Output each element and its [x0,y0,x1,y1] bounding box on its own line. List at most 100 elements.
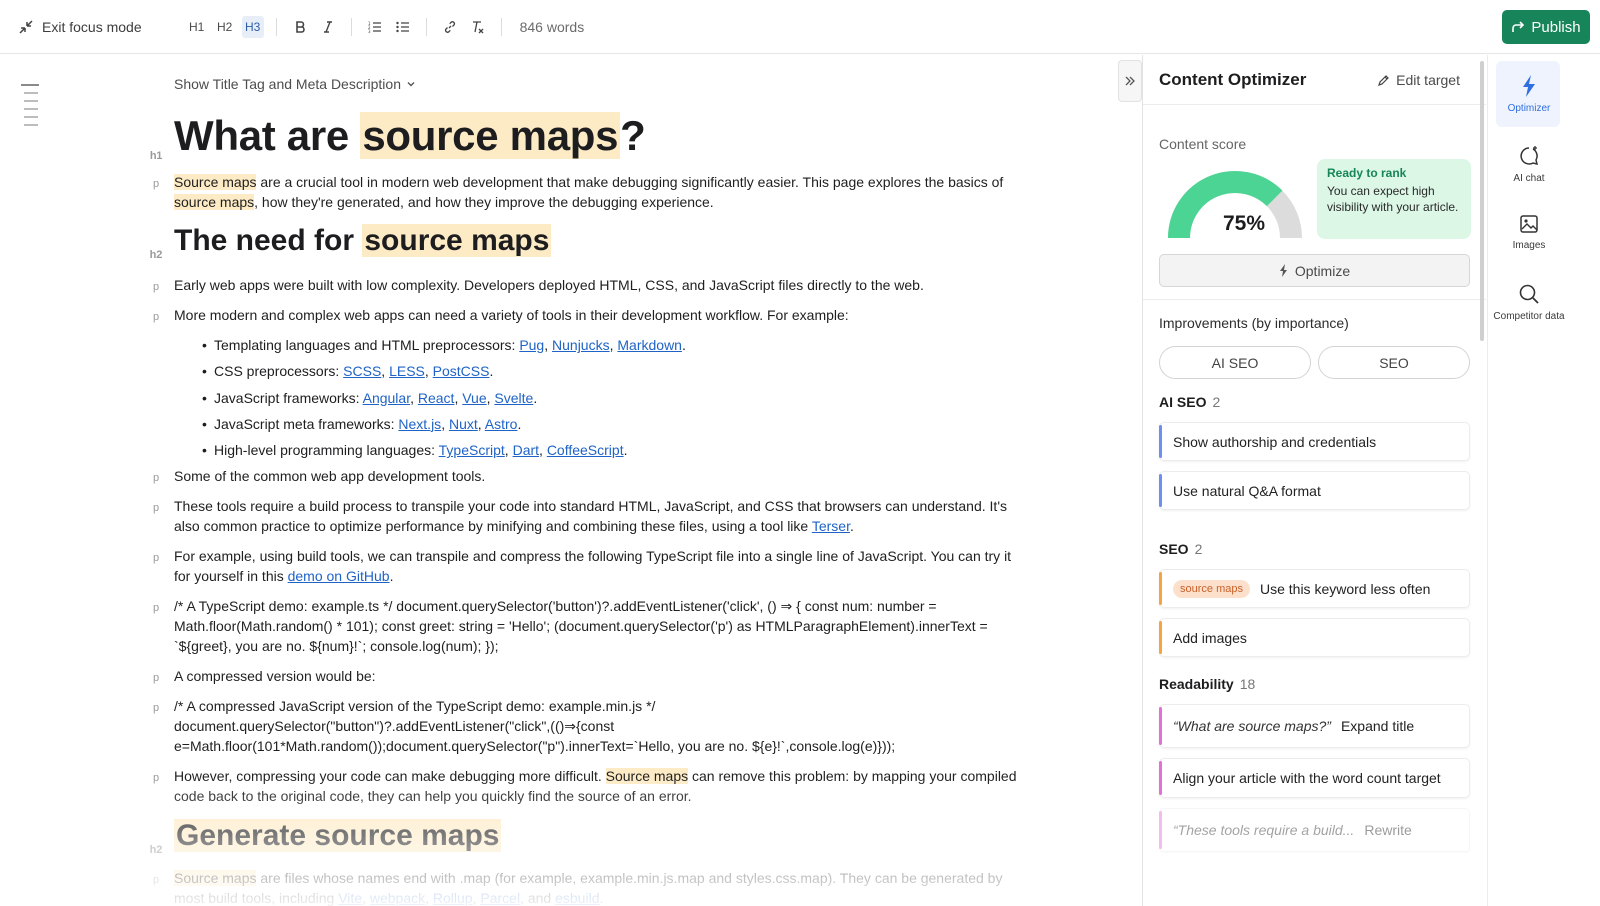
list-item[interactable]: Templating languages and HTML preprocess… [202,335,1020,355]
title-text: ? [620,112,646,159]
paragraph[interactable]: p Early web apps were built with low com… [0,275,1140,295]
link[interactable]: Angular [363,390,410,406]
toolbar-divider [350,17,352,36]
rail-images[interactable]: Images [1488,214,1570,251]
link[interactable]: Svelte [494,390,533,406]
block-type-tag: p [152,552,160,565]
paragraph[interactable]: p Source maps are files whose names end … [0,868,1140,906]
link-button[interactable] [439,16,461,38]
svg-text:3: 3 [368,29,371,33]
link[interactable]: Markdown [617,337,682,353]
link[interactable]: Dart [513,442,539,458]
document-editor[interactable]: Show Title Tag and Meta Description h1 W… [0,55,1140,906]
paragraph-text: are a crucial tool in modern web develop… [256,174,1004,190]
link[interactable]: Rollup [433,890,473,906]
show-title-label: Show Title Tag and Meta Description [174,76,401,92]
rank-title: Ready to rank [1327,166,1407,180]
list-item[interactable]: High-level programming languages: TypeSc… [202,440,1020,460]
link[interactable]: Nuxt [449,416,478,432]
paragraph[interactable]: p /* A compressed JavaScript version of … [0,696,1140,756]
rail-optimizer[interactable]: Optimizer [1488,75,1570,114]
link[interactable]: LESS [389,363,425,379]
clear-formatting-icon [472,20,484,33]
bullet-list-button[interactable] [392,16,414,38]
quoted-text: “These tools require a build... [1173,822,1355,838]
document-title[interactable]: h1 What are source maps? [0,109,1140,163]
paragraph[interactable]: p For example, using build tools, we can… [0,546,1140,586]
link[interactable]: webpack [370,890,425,906]
collapse-panel-button[interactable] [1118,60,1142,102]
bold-button[interactable] [289,16,311,38]
link[interactable]: Nunjucks [552,337,610,353]
paragraph[interactable]: p More modern and complex web apps can n… [0,305,1140,325]
paragraph-text: Early web apps were built with low compl… [174,277,924,293]
link[interactable]: Next.js [398,416,441,432]
paragraph[interactable]: p /* A TypeScript demo: example.ts */ do… [0,596,1140,656]
show-title-meta-toggle[interactable]: Show Title Tag and Meta Description [174,76,416,92]
category-title: AI SEO [1159,394,1207,410]
block-type-tag: h2 [149,249,163,261]
keyword-highlight: Generate source maps [174,819,502,853]
ordered-list-icon: 123 [368,21,381,33]
heading-3-button[interactable]: H3 [241,15,264,38]
link[interactable]: Vite [338,890,362,906]
right-tool-rail: Optimizer AI chat Images Competitor data [1487,55,1600,906]
block-type-tag: p [152,702,160,715]
list-item[interactable]: JavaScript frameworks: Angular, React, V… [202,388,1020,408]
link[interactable]: Terser [812,518,850,534]
ordered-list-button[interactable]: 123 [364,16,386,38]
paragraph[interactable]: p However, compressing your code can mak… [0,766,1140,806]
rail-ai-chat[interactable]: AI chat [1488,145,1570,184]
improvement-card[interactable]: Align your article with the word count t… [1159,758,1470,798]
link[interactable]: Parcel [480,890,520,906]
paragraph[interactable]: p Source maps are a crucial tool in mode… [0,172,1140,212]
lightning-icon [1279,264,1287,277]
exit-focus-mode-button[interactable]: Exit focus mode [18,19,142,35]
link[interactable]: Vue [462,390,486,406]
link[interactable]: PostCSS [433,363,490,379]
category-seo: SEO 2 [1159,541,1470,557]
list-item-text: Templating languages and HTML preprocess… [214,337,520,353]
improvement-text: Expand title [1340,718,1415,734]
clear-formatting-button[interactable] [467,16,489,38]
improvement-card[interactable]: Show authorship and credentials [1159,422,1470,461]
edit-target-button[interactable]: Edit target [1377,72,1460,88]
link[interactable]: esbuild [555,890,599,906]
rail-competitor-data[interactable]: Competitor data [1488,283,1570,322]
heading-1-button[interactable]: H1 [186,16,208,38]
link[interactable]: Pug [519,337,544,353]
link[interactable]: TypeScript [439,442,505,458]
improvement-card[interactable]: Use natural Q&A format [1159,471,1470,510]
block-type-tag: p [152,772,160,785]
optimize-label: Optimize [1294,262,1351,279]
improvement-card[interactable]: “These tools require a build... Rewrite [1159,808,1470,852]
heading-2-button[interactable]: H2 [214,16,236,38]
list-item[interactable]: JavaScript meta frameworks: Next.js, Nux… [202,414,1020,434]
seo-filter-pill[interactable]: SEO [1318,346,1470,379]
paragraph[interactable]: p These tools require a build process to… [0,496,1140,536]
link[interactable]: Astro [485,416,518,432]
ai-seo-filter-pill[interactable]: AI SEO [1159,346,1311,379]
publish-button[interactable]: Publish [1502,10,1590,44]
quoted-text: “What are source maps?” [1173,718,1331,734]
section-heading[interactable]: h2 The need for source maps [0,221,1140,261]
block-type-tag: p [152,672,160,685]
improvement-card[interactable]: Add images [1159,618,1470,657]
link[interactable]: SCSS [343,363,381,379]
link[interactable]: React [418,390,455,406]
section-heading[interactable]: h2 Generate source maps [0,816,1140,856]
improvement-card[interactable]: “What are source maps?” Expand title [1159,704,1470,748]
link[interactable]: CoffeeScript [547,442,624,458]
italic-button[interactable] [317,16,339,38]
double-chevron-right-icon [1125,76,1135,86]
paragraph[interactable]: p A compressed version would be: [0,666,1140,686]
panel-scrollbar-thumb[interactable] [1480,61,1484,341]
category-count: 2 [1212,394,1221,410]
link[interactable]: demo on GitHub [288,568,390,584]
publish-label: Publish [1531,18,1581,36]
improvement-card[interactable]: source maps Use this keyword less often [1159,569,1470,608]
paragraph[interactable]: p Some of the common web app development… [0,466,1140,486]
list-item[interactable]: CSS preprocessors: SCSS, LESS, PostCSS. [202,361,1020,381]
block-type-tag: p [152,472,160,485]
paragraph-text: More modern and complex web apps can nee… [174,307,849,323]
